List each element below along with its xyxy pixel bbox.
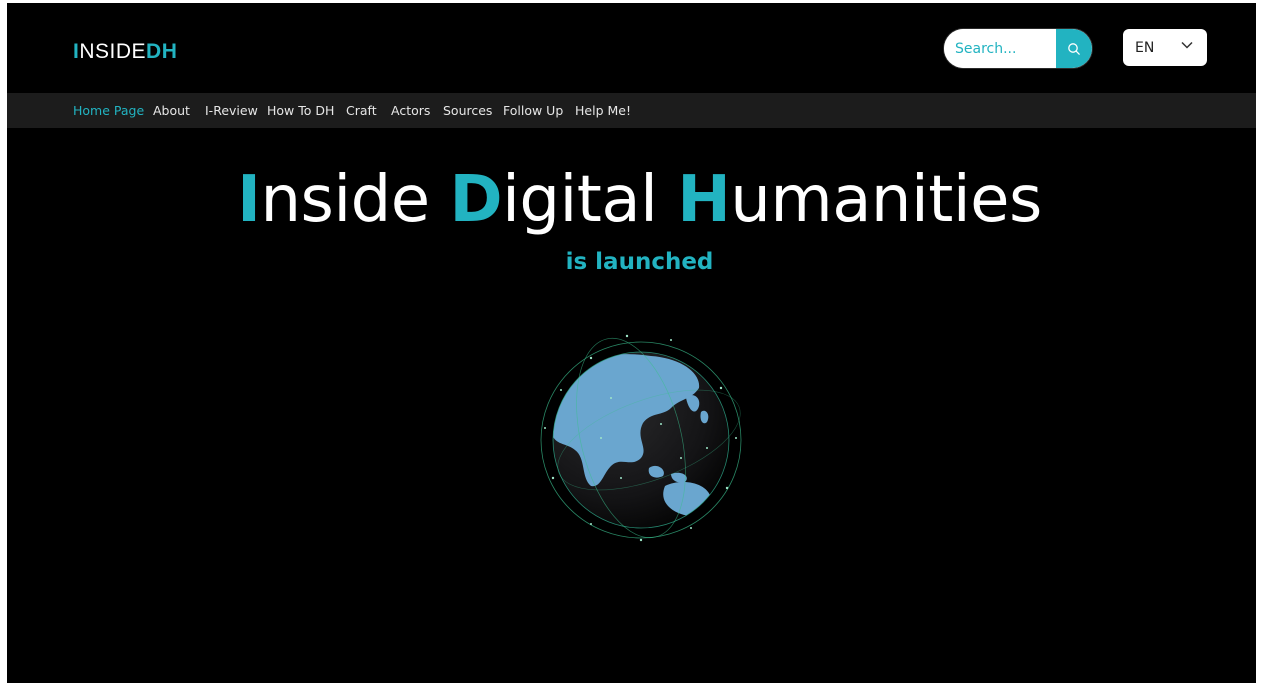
nav-item-sources[interactable]: Sources xyxy=(443,103,492,118)
logo-suffix: DH xyxy=(146,40,178,63)
search-icon xyxy=(1068,42,1080,55)
nav-item-about[interactable]: About xyxy=(153,103,190,118)
nav-item-craft[interactable]: Craft xyxy=(346,103,377,118)
nav-item-help-me[interactable]: Help Me! xyxy=(575,103,631,118)
hero-title: Inside Digital Humanities xyxy=(237,163,1042,237)
language-value: EN xyxy=(1135,39,1155,56)
search-button[interactable] xyxy=(1056,29,1092,68)
globe-network-icon xyxy=(540,334,742,542)
nav-item-follow-up[interactable]: Follow Up xyxy=(503,103,563,118)
language-select[interactable]: EN xyxy=(1123,29,1207,66)
chevron-down-icon xyxy=(1181,41,1193,49)
nav-item-i-review[interactable]: I-Review xyxy=(205,103,258,118)
main-nav: Home Page About I-Review How To DH Craft… xyxy=(7,93,1256,128)
nav-item-actors[interactable]: Actors xyxy=(391,103,430,118)
site-logo[interactable]: INSIDEDH xyxy=(73,40,177,64)
nav-item-how-to-dh[interactable]: How To DH xyxy=(267,103,334,118)
page-frame: INSIDEDH EN Home Page About I-Review How… xyxy=(7,3,1256,683)
hero-subtitle: is launched xyxy=(565,249,714,275)
search-input[interactable] xyxy=(944,29,1056,68)
search-box xyxy=(944,29,1092,68)
nav-item-home-page[interactable]: Home Page xyxy=(73,103,144,118)
logo-text: NSIDE xyxy=(79,40,147,63)
